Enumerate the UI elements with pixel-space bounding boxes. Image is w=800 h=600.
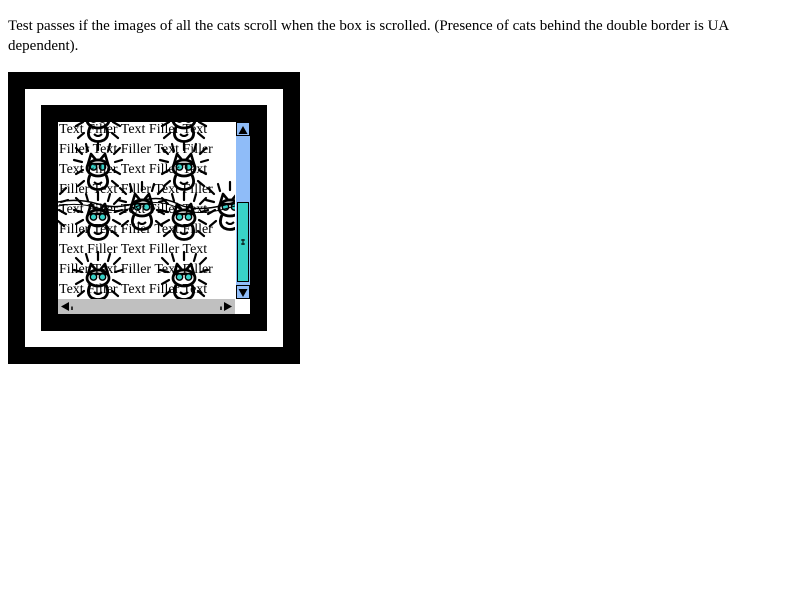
outer-double-border: Text Filler Text Filler Text Filler Text… [8,72,300,364]
test-instructions: Test passes if the images of all the cat… [8,18,729,54]
filler-line: Filler Text Filler Text Filler [59,262,213,277]
arrow-right-icon [220,302,232,311]
page: Test passes if the images of all the cat… [0,0,800,600]
grip-icon [241,239,245,245]
filler-line: Text Filler Text Filler Text [59,242,208,257]
filler-line: Filler Text Filler Text Filler [59,142,213,157]
filler-line: Filler Text Filler Text Filler [59,182,213,197]
border-gap: Text Filler Text Filler Text Filler Text… [25,89,283,347]
scroll-left-button[interactable] [58,299,74,314]
inner-border: Text Filler Text Filler Text Filler Text… [41,105,267,331]
scroll-viewport[interactable]: Text Filler Text Filler Text Filler Text… [58,122,235,299]
filler-line: Filler Text Filler Text Filler [59,222,213,237]
scroll-right-button[interactable] [219,299,235,314]
vertical-scrollbar[interactable] [236,122,250,299]
filler-line: Text Filler Text Filler Text [59,282,208,297]
scrollbar-corner [236,299,250,314]
filler-line: Text Filler Text Filler Text [59,162,208,177]
filler-line: Text Filler Text Filler Text [59,122,208,137]
filler-text: Text Filler Text Filler Text Filler Text… [59,122,235,299]
horizontal-scrollbar[interactable] [58,299,235,314]
scroll-up-button[interactable] [236,122,250,136]
scroll-down-button[interactable] [236,285,250,299]
arrow-down-icon [238,289,248,297]
filler-line: Text Filler Text Filler Text [59,202,208,217]
arrow-up-icon [238,126,248,134]
arrow-left-icon [61,302,73,311]
vertical-scroll-thumb[interactable] [237,202,249,282]
scroll-box[interactable]: Text Filler Text Filler Text Filler Text… [58,122,250,314]
